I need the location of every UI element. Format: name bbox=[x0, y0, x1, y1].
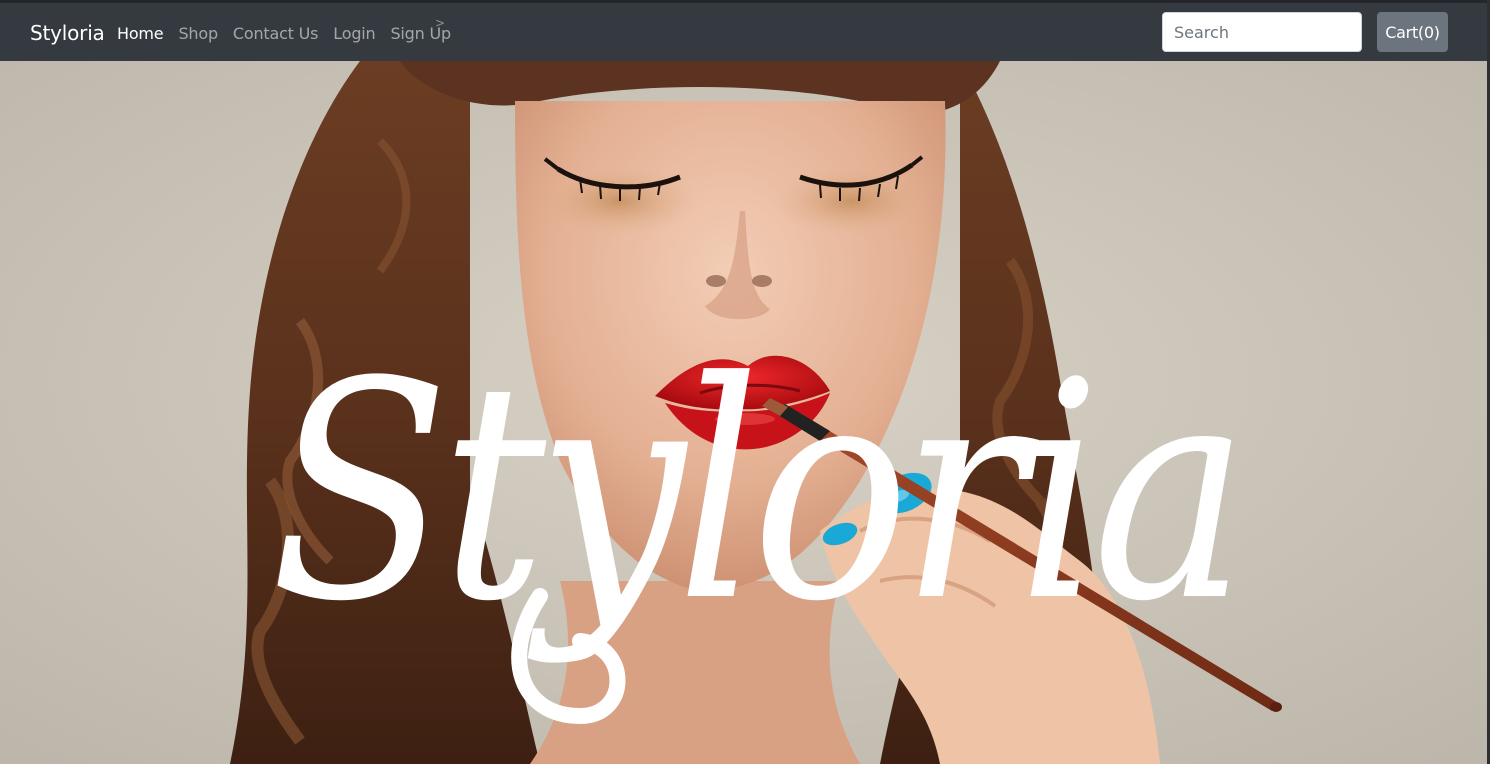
nav-link-shop[interactable]: Shop bbox=[178, 23, 218, 45]
nav-link-login[interactable]: Login bbox=[333, 23, 375, 45]
brand-link[interactable]: Styloria bbox=[30, 19, 105, 47]
nav-link-contact-us[interactable]: Contact Us bbox=[233, 23, 319, 45]
navbar: Styloria Home Shop Contact Us Login Sign… bbox=[0, 3, 1490, 61]
caret-icon: > bbox=[435, 16, 446, 30]
nav-links: Home Shop Contact Us Login Sign Up bbox=[117, 23, 466, 45]
page: Styloria Home Shop Contact Us Login Sign… bbox=[0, 0, 1490, 764]
search-input[interactable] bbox=[1162, 12, 1362, 52]
cart-button[interactable]: Cart(0) bbox=[1377, 12, 1448, 52]
nav-link-home[interactable]: Home bbox=[117, 23, 164, 45]
hero-banner: Styloria bbox=[0, 61, 1490, 764]
hero-photo bbox=[0, 61, 1490, 764]
